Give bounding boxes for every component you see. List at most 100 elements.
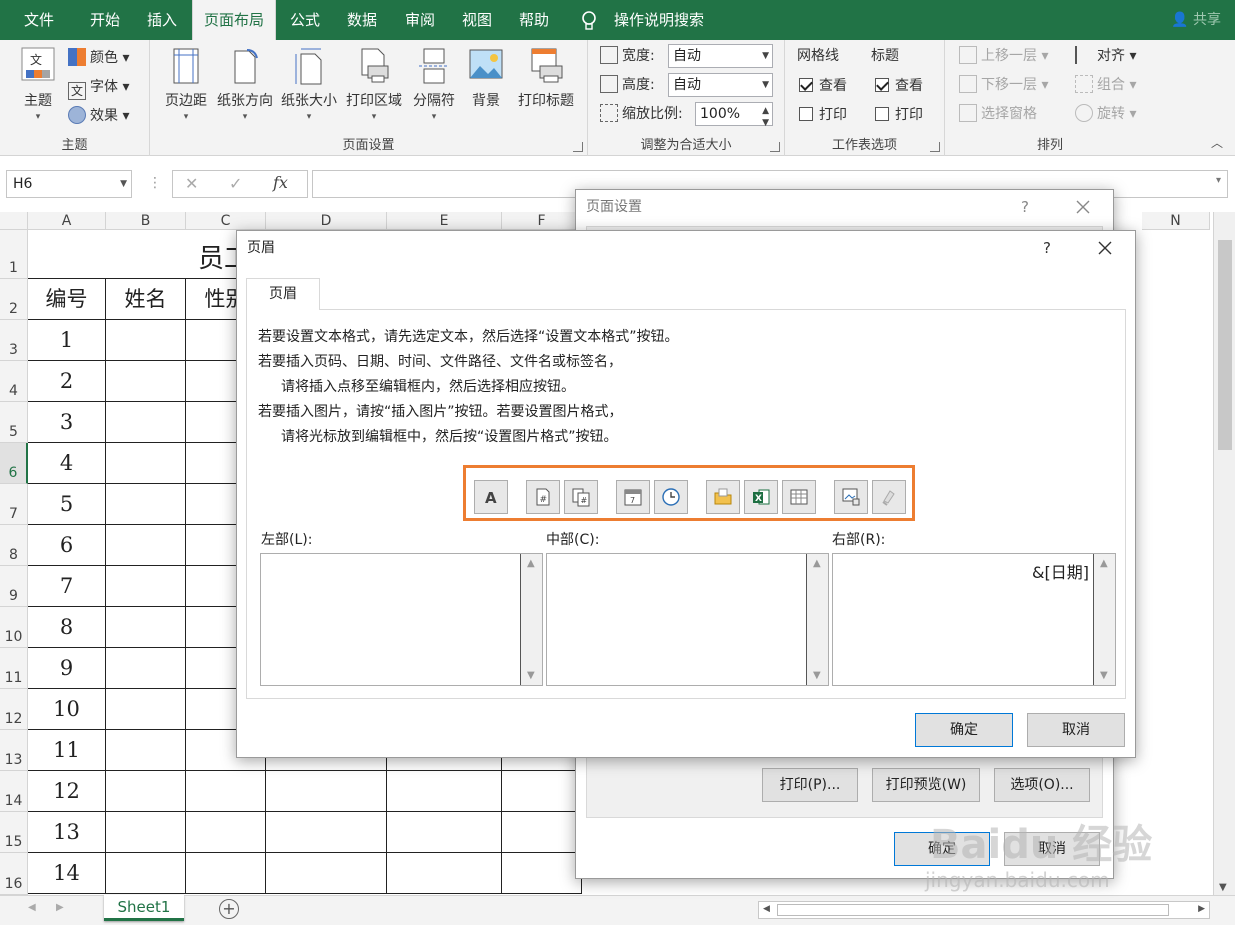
table-cell[interactable] (106, 853, 186, 894)
table-cell[interactable] (106, 689, 186, 730)
margins-button[interactable]: 页边距 ▾ (160, 46, 212, 122)
insert-time-button[interactable] (654, 480, 688, 514)
collapse-ribbon-icon[interactable]: ︿ (1211, 134, 1223, 151)
header-cell-name[interactable]: 姓名 (106, 279, 186, 320)
row-header[interactable]: 3 (0, 320, 28, 361)
row-header[interactable]: 5 (0, 402, 28, 443)
rotate-button[interactable]: 旋转 ▾ (1075, 102, 1136, 126)
col-header-e[interactable]: E (387, 212, 502, 230)
scroll-down-icon[interactable]: ▼ (1100, 670, 1108, 681)
row-header[interactable]: 16 (0, 853, 28, 895)
row-header[interactable]: 12 (0, 689, 28, 730)
headings-view-checkbox[interactable]: 查看 (875, 74, 923, 98)
tab-help[interactable]: 帮助 (517, 0, 551, 40)
table-cell[interactable] (186, 771, 266, 812)
fonts-button[interactable]: 文字体 ▾ (68, 75, 129, 100)
table-cell[interactable] (387, 853, 502, 894)
table-cell[interactable] (106, 730, 186, 771)
insert-page-number-button[interactable]: # (526, 480, 560, 514)
table-cell[interactable] (106, 484, 186, 525)
tab-page-layout[interactable]: 页面布局 (192, 0, 276, 40)
table-cell[interactable] (266, 853, 387, 894)
expand-formula-icon[interactable]: ▾ (1216, 175, 1221, 186)
row-header-selected[interactable]: 6 (0, 443, 28, 484)
add-sheet-icon[interactable]: + (219, 899, 239, 919)
insert-sheet-name-button[interactable] (782, 480, 816, 514)
scroll-up-icon[interactable]: ▲ (527, 558, 535, 569)
row-header[interactable]: 8 (0, 525, 28, 566)
drag-handle-icon[interactable]: ⋮ (148, 175, 162, 191)
vertical-scrollbar[interactable]: ▼ (1213, 212, 1235, 895)
bring-forward-button[interactable]: 上移一层 ▾ (959, 44, 1048, 68)
tab-header[interactable]: 页眉 (246, 278, 320, 310)
table-cell[interactable] (186, 853, 266, 894)
table-cell[interactable] (106, 607, 186, 648)
table-cell[interactable] (106, 525, 186, 566)
table-cell[interactable] (387, 771, 502, 812)
id-cell[interactable]: 13 (28, 812, 106, 853)
table-cell[interactable] (106, 566, 186, 607)
prev-sheet-icon[interactable]: ◀ (28, 902, 36, 913)
align-button[interactable]: 对齐 ▾ (1075, 44, 1136, 68)
themes-button[interactable]: 文 主题 ▾ (10, 46, 66, 122)
scroll-right-icon[interactable]: ▶ (1198, 904, 1205, 914)
format-picture-button[interactable] (872, 480, 906, 514)
tab-file[interactable]: 文件 (22, 0, 56, 40)
scale-launcher-icon[interactable] (770, 142, 780, 152)
send-backward-button[interactable]: 下移一层 ▾ (959, 73, 1048, 97)
scroll-up-icon[interactable]: ▲ (813, 558, 821, 569)
scroll-thumb[interactable] (1218, 240, 1232, 450)
breaks-button[interactable]: 分隔符 ▾ (408, 46, 460, 122)
id-cell[interactable]: 10 (28, 689, 106, 730)
row-header[interactable]: 13 (0, 730, 28, 771)
row-header[interactable]: 1 (0, 230, 28, 279)
col-header-d[interactable]: D (266, 212, 387, 230)
col-header-n[interactable]: N (1142, 212, 1210, 230)
table-cell[interactable] (186, 812, 266, 853)
group-button[interactable]: 组合 ▾ (1075, 73, 1136, 97)
id-cell[interactable]: 8 (28, 607, 106, 648)
table-cell[interactable] (106, 402, 186, 443)
table-cell[interactable] (387, 812, 502, 853)
select-all-corner[interactable] (0, 212, 28, 230)
table-cell[interactable] (106, 443, 186, 484)
left-editor-scrollbar[interactable]: ▲ ▼ (520, 554, 542, 685)
row-header[interactable]: 9 (0, 566, 28, 607)
table-cell[interactable] (106, 771, 186, 812)
tab-formulas[interactable]: 公式 (288, 0, 322, 40)
id-cell[interactable]: 5 (28, 484, 106, 525)
left-section-editor[interactable]: ▲ ▼ (260, 553, 543, 686)
col-header-c[interactable]: C (186, 212, 266, 230)
id-cell[interactable]: 12 (28, 771, 106, 812)
table-cell[interactable] (266, 771, 387, 812)
id-cell[interactable]: 4 (28, 443, 106, 484)
table-cell[interactable] (502, 812, 582, 853)
page-setup-launcher-icon[interactable] (573, 142, 583, 152)
print-preview-button[interactable]: 打印预览(W) (872, 768, 980, 802)
next-sheet-icon[interactable]: ▶ (56, 902, 64, 913)
size-button[interactable]: 纸张大小 ▾ (278, 46, 340, 122)
col-header-b[interactable]: B (106, 212, 186, 230)
colors-button[interactable]: 颜色 ▾ (68, 46, 129, 70)
right-section-editor[interactable]: &[日期] ▲ ▼ (832, 553, 1116, 686)
right-section-content[interactable]: &[日期] (1032, 559, 1089, 583)
header-ok-button[interactable]: 确定 (915, 713, 1013, 747)
name-box[interactable]: H6 ▼ (6, 170, 132, 198)
effects-button[interactable]: 效果 ▾ (68, 104, 129, 128)
h-scroll-thumb[interactable] (777, 904, 1169, 916)
scroll-left-icon[interactable]: ◀ (763, 904, 770, 914)
scroll-down-icon[interactable]: ▼ (527, 670, 535, 681)
row-header[interactable]: 7 (0, 484, 28, 525)
header-cancel-button[interactable]: 取消 (1027, 713, 1125, 747)
tab-insert[interactable]: 插入 (145, 0, 179, 40)
width-dropdown[interactable]: 自动 ▼ (668, 44, 773, 68)
page-setup-close-icon[interactable] (1075, 199, 1091, 215)
row-header[interactable]: 11 (0, 648, 28, 689)
headings-print-checkbox[interactable]: 打印 (875, 103, 923, 127)
table-cell[interactable] (106, 320, 186, 361)
options-button[interactable]: 选项(O)... (994, 768, 1090, 802)
background-button[interactable]: 背景 (460, 46, 512, 110)
page-setup-help-button[interactable]: ? (1021, 190, 1029, 224)
col-header-f[interactable]: F (502, 212, 582, 230)
id-cell[interactable]: 3 (28, 402, 106, 443)
